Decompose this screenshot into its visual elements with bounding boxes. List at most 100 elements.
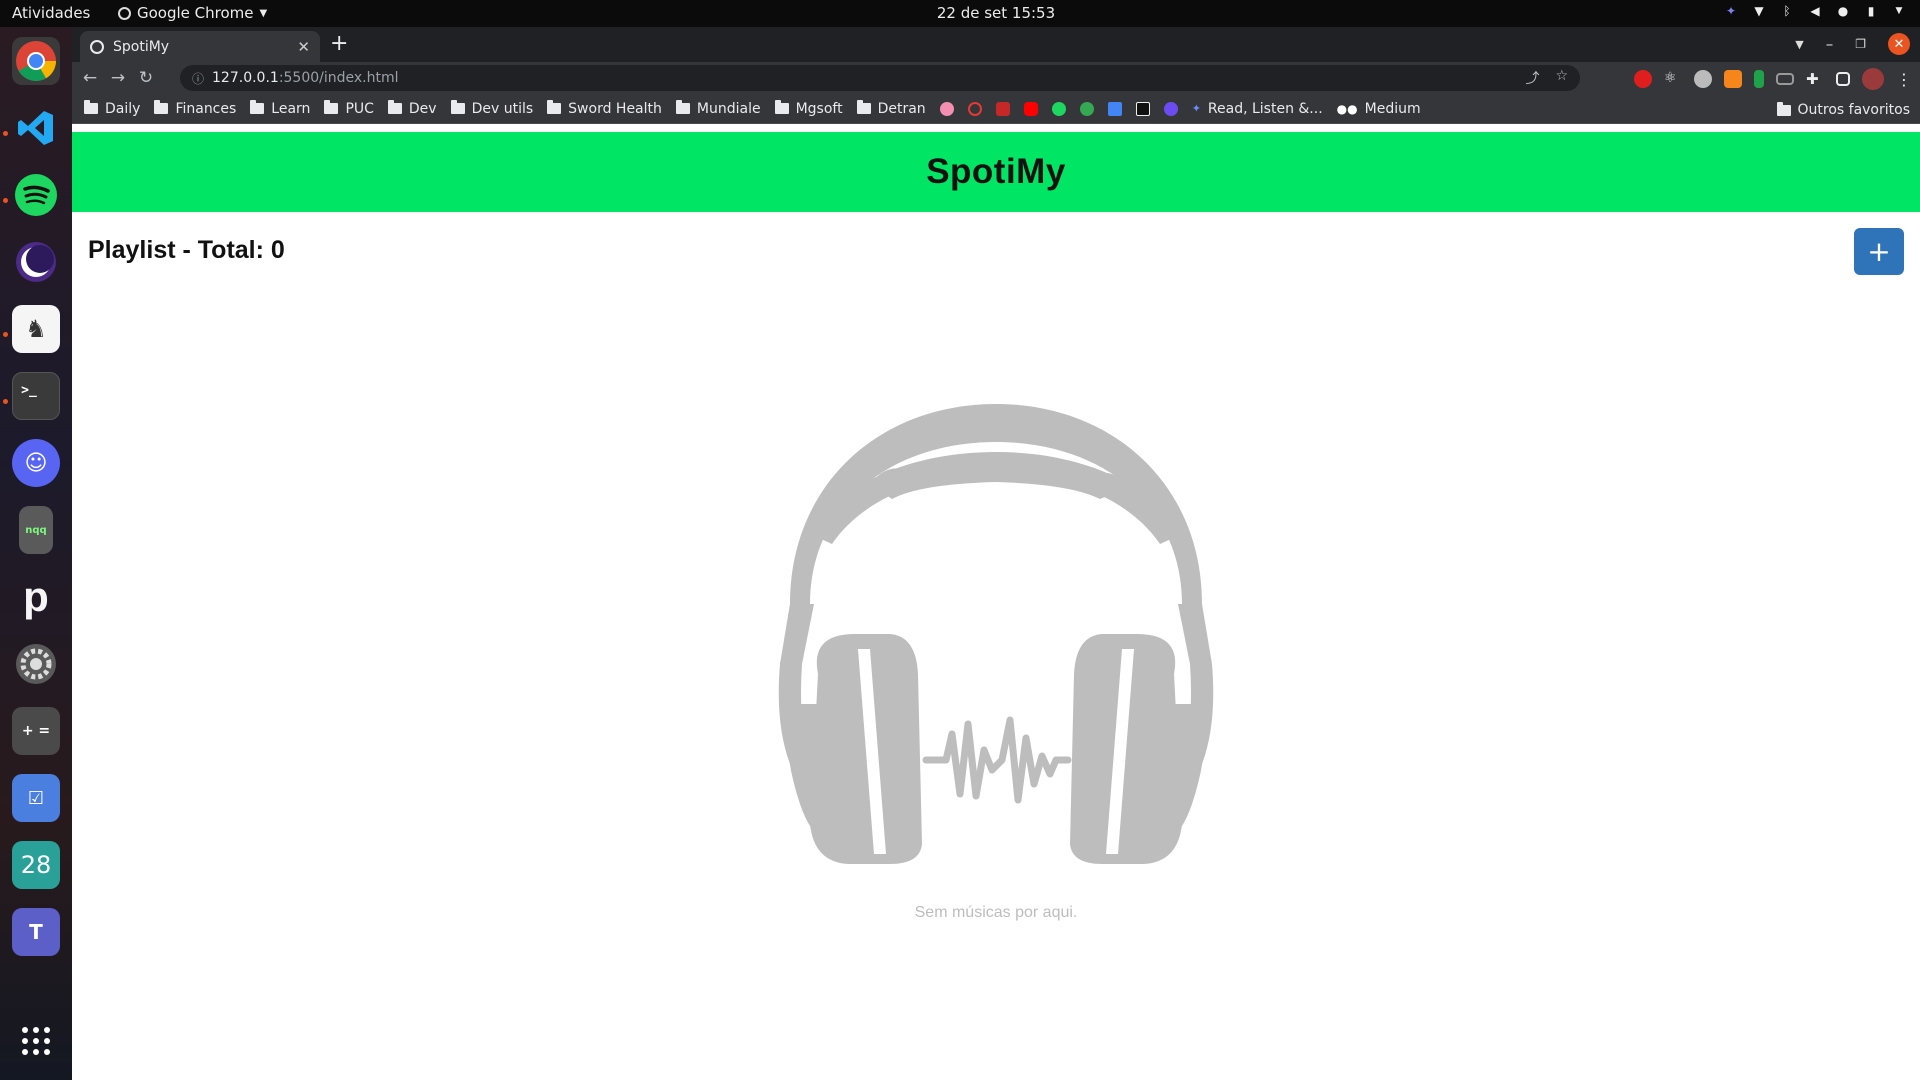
bookmark-label: Learn bbox=[271, 100, 311, 117]
vscode-icon bbox=[18, 111, 53, 145]
system-tray[interactable]: ✦ ▼ ᛒ ◀ ● ▮ ▼ bbox=[1724, 3, 1906, 19]
teams-icon: T bbox=[29, 920, 43, 944]
puzzle-icon[interactable]: ✚ bbox=[1806, 70, 1824, 88]
spotify-bookmark-icon[interactable] bbox=[1051, 101, 1066, 116]
bookmark-folder[interactable]: Learn bbox=[250, 100, 311, 117]
browser-toolbar: ← → ↻ ⓘ 127.0.0.1:5500/index.html ⤴ ☆ ⚛ … bbox=[72, 62, 1920, 94]
folder-icon bbox=[250, 100, 265, 114]
extension-green-icon[interactable] bbox=[1754, 70, 1764, 88]
star-icon[interactable]: ☆ bbox=[1555, 68, 1568, 88]
checklist-icon: ☑ bbox=[27, 787, 45, 809]
react-devtools-icon[interactable]: ⚛ bbox=[1664, 70, 1682, 88]
bookmark-folder[interactable]: Detran bbox=[856, 100, 926, 117]
at-bookmark-icon[interactable] bbox=[1163, 101, 1178, 116]
bookmark-folder[interactable]: Finances bbox=[154, 100, 237, 117]
bookmark-label: Dev bbox=[408, 100, 437, 117]
back-icon[interactable]: ← bbox=[76, 64, 104, 92]
calculator-icon: + = bbox=[21, 723, 51, 739]
dock-calculator[interactable]: + = bbox=[12, 707, 60, 755]
minimize-icon[interactable]: – bbox=[1826, 35, 1834, 53]
add-song-button[interactable]: + bbox=[1854, 228, 1904, 275]
share-icon[interactable]: ⤴ bbox=[1525, 68, 1539, 88]
eclipse-icon bbox=[16, 242, 56, 282]
opera-bookmark-icon[interactable] bbox=[967, 101, 982, 116]
forward-icon[interactable]: → bbox=[104, 64, 132, 92]
profile-avatar[interactable] bbox=[1862, 68, 1884, 90]
url-path: :5500/index.html bbox=[278, 70, 399, 86]
tab-search-icon[interactable]: ▼ bbox=[1795, 38, 1803, 51]
folder-icon bbox=[84, 100, 98, 114]
globe-icon bbox=[90, 39, 104, 54]
dock-chrome[interactable] bbox=[12, 37, 60, 85]
bookmark-label: Detran bbox=[877, 100, 926, 117]
bookmark-label: Daily bbox=[105, 100, 141, 117]
address-bar[interactable]: ⓘ 127.0.0.1:5500/index.html ⤴ ☆ bbox=[180, 65, 1580, 91]
bookmark-medium[interactable]: ●● Medium bbox=[1337, 101, 1421, 117]
dock-settings[interactable] bbox=[12, 640, 60, 688]
dock-discord[interactable]: ☺ bbox=[12, 439, 60, 487]
close-tab-icon[interactable]: ✕ bbox=[297, 38, 310, 56]
side-panel-icon[interactable] bbox=[1836, 72, 1850, 86]
dock-notepadqq[interactable]: nqq bbox=[19, 506, 53, 554]
docs-bookmark-icon[interactable] bbox=[1107, 101, 1122, 116]
app-grid-icon bbox=[22, 1027, 50, 1055]
notion-bookmark-icon[interactable] bbox=[1135, 101, 1150, 116]
show-apps-button[interactable] bbox=[12, 1017, 60, 1065]
running-indicator bbox=[3, 198, 8, 203]
info-icon: ⓘ bbox=[192, 71, 205, 86]
extension-red-icon[interactable] bbox=[1634, 70, 1652, 88]
other-bookmarks[interactable]: Outros favoritos bbox=[1776, 101, 1911, 118]
tab-spotimy[interactable]: SpotiMy ✕ bbox=[80, 31, 320, 62]
brain-bookmark-icon[interactable] bbox=[939, 101, 954, 116]
medium-icon: ●● bbox=[1336, 101, 1358, 116]
system-top-bar: Atividades Google Chrome ▼ 22 de set 15:… bbox=[0, 0, 1920, 27]
bookmark-folder[interactable]: Dev utils bbox=[450, 100, 533, 117]
maps-bookmark-icon[interactable] bbox=[1079, 101, 1094, 116]
folder-icon bbox=[675, 100, 690, 114]
bookmark-folder[interactable]: Mgsoft bbox=[774, 100, 843, 117]
bookmark-folder[interactable]: Daily bbox=[84, 100, 141, 117]
bookmark-read-listen[interactable]: ✦ Read, Listen &... bbox=[1192, 101, 1323, 117]
bookmark-folder[interactable]: Sword Health bbox=[547, 100, 662, 117]
new-tab-button[interactable]: + bbox=[330, 33, 348, 55]
clock[interactable]: 22 de set 15:53 bbox=[0, 4, 1920, 22]
microphone-icon: ● bbox=[1837, 4, 1849, 18]
dock-insomnia[interactable]: ♞ bbox=[12, 305, 60, 353]
dock-vscode[interactable] bbox=[12, 104, 60, 152]
bookmark-label: Outros favoritos bbox=[1797, 102, 1911, 118]
dock-pcloud[interactable]: p bbox=[12, 573, 60, 621]
bookmark-folder[interactable]: PUC bbox=[324, 100, 374, 117]
dock-calendar[interactable]: 28 bbox=[12, 841, 60, 889]
calendar-icon: 28 bbox=[20, 851, 52, 879]
restore-icon[interactable]: ❐ bbox=[1855, 37, 1866, 51]
bookmark-label: PUC bbox=[345, 100, 374, 117]
running-indicator bbox=[3, 332, 8, 337]
dock-tasks[interactable]: ☑ bbox=[12, 774, 60, 822]
feed-icon: ✦ bbox=[1191, 102, 1201, 115]
metamask-icon[interactable] bbox=[1724, 70, 1742, 88]
bookmark-label: Medium bbox=[1364, 100, 1421, 117]
page-content: SpotiMy Playlist - Total: 0 + Sem música… bbox=[72, 132, 1920, 1080]
cast-icon[interactable] bbox=[1776, 73, 1794, 85]
folder-icon bbox=[154, 100, 169, 114]
kebab-menu-icon[interactable]: ⋮ bbox=[1896, 70, 1912, 89]
teams-tray-icon[interactable]: ✦ bbox=[1724, 3, 1738, 19]
youtube-bookmark-icon[interactable] bbox=[1023, 101, 1038, 116]
extension-cloud-icon[interactable] bbox=[1694, 70, 1712, 88]
wifi-icon: ▼ bbox=[1754, 4, 1764, 18]
running-indicator bbox=[3, 399, 8, 404]
dock-terminal[interactable]: >_ bbox=[12, 372, 60, 420]
dock-teams[interactable]: T bbox=[12, 908, 60, 956]
reload-icon[interactable]: ↻ bbox=[132, 64, 160, 92]
bookmark-folder[interactable]: Dev bbox=[387, 100, 437, 117]
dock-spotify[interactable] bbox=[12, 171, 60, 219]
volume-icon: ◀ bbox=[1810, 4, 1820, 18]
dock: ♞ >_ ☺ nqq p + = ☑ 28 T bbox=[0, 27, 72, 1080]
close-window-icon[interactable]: ✕ bbox=[1888, 33, 1910, 55]
dock-eclipse[interactable] bbox=[12, 238, 60, 286]
red-bookmark-icon[interactable] bbox=[995, 101, 1010, 116]
folder-icon bbox=[1776, 101, 1791, 116]
spotify-icon bbox=[15, 174, 57, 216]
bookmark-label: Finances bbox=[175, 100, 237, 117]
bookmark-folder[interactable]: Mundiale bbox=[675, 100, 761, 117]
